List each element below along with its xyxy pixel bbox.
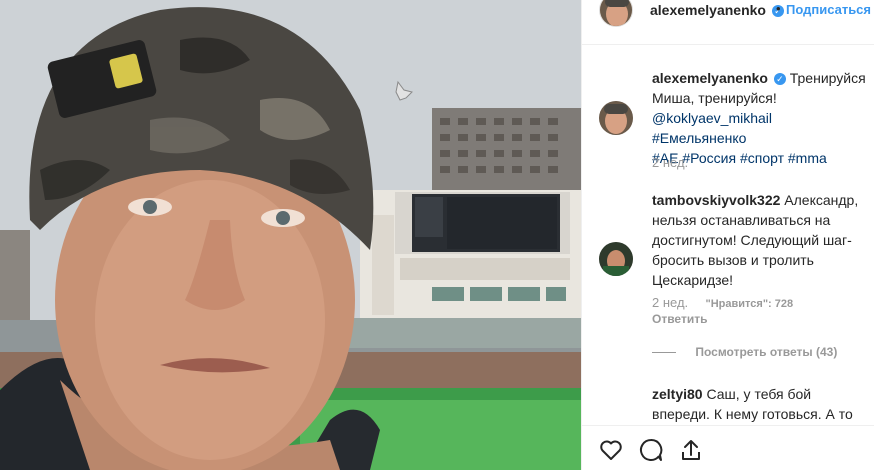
reply-button[interactable]: Ответить	[652, 312, 707, 326]
video-frame-image	[0, 0, 581, 470]
header-username[interactable]: alexemelyanenko ✓	[650, 2, 784, 18]
comment-author-avatar[interactable]	[599, 242, 633, 276]
caption-author[interactable]: alexemelyanenko	[652, 70, 768, 86]
comment-line1: Саш, у тебя бой	[706, 386, 812, 402]
caption-line2: Миша, тренируйся!	[652, 90, 777, 106]
hashtag-link[interactable]: #Емельяненко	[652, 130, 746, 146]
comment-text: zeltyi80 Саш, у тебя бой впереди. К нему…	[652, 384, 867, 424]
comment-line3: достигнутом! Следующий шаг-	[652, 232, 852, 248]
replies-divider-line	[652, 352, 676, 354]
share-arrow-icon[interactable]	[678, 437, 704, 463]
comment-bubble-icon[interactable]	[638, 437, 664, 463]
hashtag-link[interactable]: #Россия	[682, 150, 736, 166]
header-separator: •	[776, 1, 781, 16]
comment-line2: нельзя останавливаться на	[652, 212, 831, 228]
author-avatar[interactable]	[599, 0, 633, 27]
post-header: alexemelyanenko ✓ • Подписаться	[582, 0, 874, 45]
comments-list[interactable]: alexemelyanenko ✓ Тренируйся Миша, трени…	[582, 46, 874, 425]
comment-text: tambovskiyvolk322 Александр, нельзя оста…	[652, 190, 867, 290]
header-username-text[interactable]: alexemelyanenko	[650, 2, 766, 18]
avatar-image	[599, 101, 633, 135]
avatar-image	[599, 242, 633, 276]
comment-timestamp[interactable]: 2 нед.	[652, 295, 688, 310]
caption-timestamp[interactable]: 2 нед.	[652, 155, 688, 170]
comment-line2: впереди. К нему готовься. А то	[652, 406, 853, 422]
post-media-video[interactable]	[0, 0, 581, 470]
comment-likes-count[interactable]: "Нравится": 728	[706, 298, 794, 310]
hashtag-link[interactable]: #mma	[788, 150, 827, 166]
comment-author[interactable]: tambovskiyvolk322	[652, 192, 780, 208]
comment-line5: Цескаридзе!	[652, 272, 734, 288]
heart-icon[interactable]	[598, 437, 624, 463]
caption-author-avatar[interactable]	[599, 101, 633, 135]
comment-line4: бросить вызов и тролить	[652, 252, 814, 268]
follow-button[interactable]: Подписаться	[786, 2, 871, 17]
view-replies-label[interactable]: Посмотреть ответы (43)	[695, 345, 837, 359]
view-replies-button[interactable]: Посмотреть ответы (43)	[652, 345, 837, 359]
comment-author[interactable]: zeltyi80	[652, 386, 703, 402]
comment-line1: Александр,	[784, 192, 859, 208]
verified-badge-icon: ✓	[773, 73, 786, 85]
avatar-image	[600, 0, 632, 26]
post-sidebar: alexemelyanenko ✓ • Подписаться alexemel…	[581, 0, 874, 470]
post-caption: alexemelyanenko ✓ Тренируйся Миша, трени…	[652, 68, 867, 168]
comment-meta: 2 нед. "Нравится": 728	[652, 295, 793, 310]
post-action-bar	[582, 425, 874, 470]
hashtag-link[interactable]: #спорт	[740, 150, 784, 166]
caption-line1: Тренируйся	[789, 70, 866, 86]
mention-link[interactable]: @koklyaev_mikhail	[652, 110, 772, 126]
